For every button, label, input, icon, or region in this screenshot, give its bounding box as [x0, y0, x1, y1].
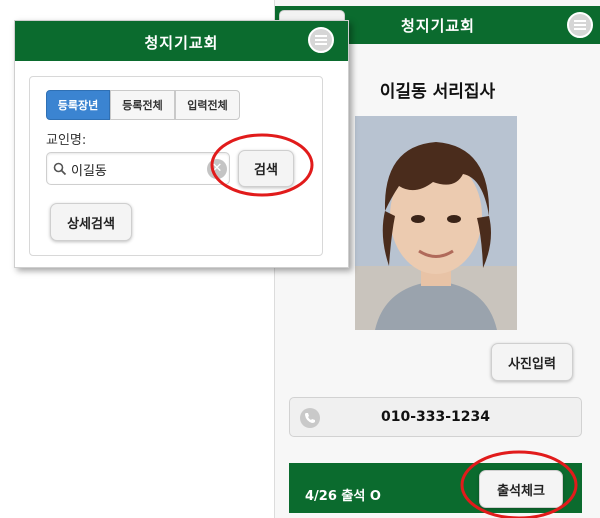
menu-icon[interactable]	[567, 12, 593, 38]
attendance-bar: 4/26 출석 O 출석체크	[289, 463, 582, 513]
tab-registered-all[interactable]: 등록전체	[110, 90, 175, 120]
search-header: 청지기교회	[15, 21, 348, 61]
member-photo	[355, 116, 517, 330]
app-root: 청지기교회 이길동 서리집사 사진입력 010-333-1234 4/26 출석…	[0, 0, 600, 518]
search-field[interactable]: ✕	[46, 152, 230, 185]
member-name-input[interactable]	[71, 158, 201, 180]
attendance-check-button[interactable]: 출석체크	[479, 470, 563, 508]
phone-number: 010-333-1234	[380, 409, 491, 425]
member-name-label: 교인명:	[46, 133, 87, 148]
tab-registered-adults[interactable]: 등록장년	[46, 90, 110, 120]
search-panel: 등록장년 등록전체 입력전체 교인명: ✕ 검색 상세검색	[29, 76, 323, 256]
menu-icon[interactable]	[308, 27, 334, 53]
search-button[interactable]: 검색	[238, 150, 294, 187]
attendance-status: 4/26 출석 O	[305, 489, 381, 504]
detail-search-button[interactable]: 상세검색	[50, 203, 132, 241]
search-icon	[53, 162, 67, 176]
phone-row[interactable]: 010-333-1234	[289, 397, 582, 437]
member-search-screen: 청지기교회 등록장년 등록전체 입력전체 교인명: ✕ 검색 상세검색	[14, 20, 349, 268]
photo-input-button[interactable]: 사진입력	[491, 343, 573, 381]
search-header-title: 청지기교회	[144, 34, 219, 52]
clear-icon[interactable]: ✕	[207, 159, 227, 179]
tab-input-all[interactable]: 입력전체	[175, 90, 240, 120]
